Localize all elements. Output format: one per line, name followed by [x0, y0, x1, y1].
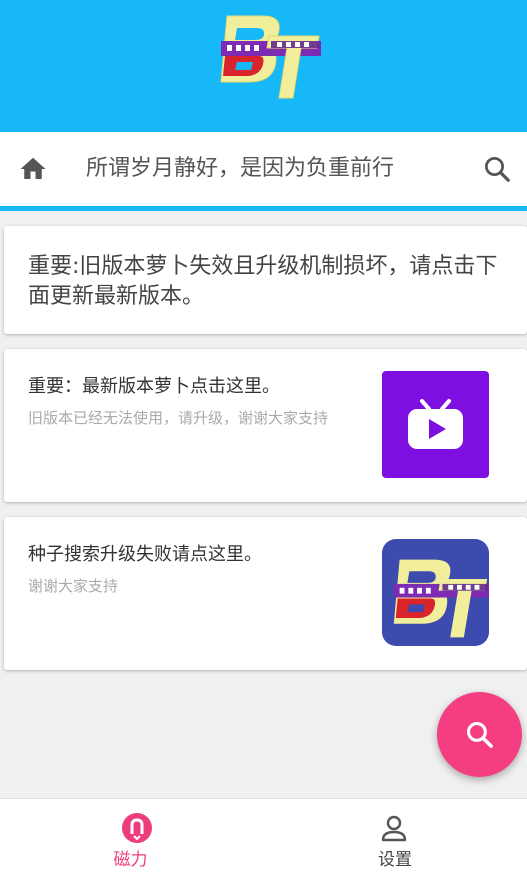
app-header: [0, 0, 527, 132]
bt-logo: [220, 15, 321, 99]
bt-logo-icon: [382, 539, 489, 646]
tv-play-icon: [382, 371, 489, 478]
notice-text: 重要:旧版本萝卜失效且升级机制损坏，请点击下面更新最新版本。: [28, 254, 498, 309]
search-fab-button[interactable]: [437, 692, 522, 777]
nav-item-settings[interactable]: 设置: [264, 799, 527, 878]
nav-item-magnet[interactable]: 磁力: [0, 799, 263, 878]
bottom-navigation: 磁力 设置: [0, 798, 527, 878]
slogan-text[interactable]: 所谓岁月静好，是因为负重前行: [86, 154, 394, 184]
card-subtitle: 旧版本已经无法使用，请升级，谢谢大家支持: [28, 409, 329, 427]
search-icon: [466, 721, 493, 748]
home-icon[interactable]: [17, 154, 49, 184]
nav-label: 磁力: [113, 850, 148, 870]
card-title: 重要：最新版本萝卜点击这里。: [28, 376, 280, 397]
notice-card: 重要:旧版本萝卜失效且升级机制损坏，请点击下面更新最新版本。: [4, 226, 527, 334]
nav-label: 设置: [378, 850, 412, 870]
list-item[interactable]: 种子搜索升级失败请点这里。 谢谢大家支持: [4, 517, 527, 670]
card-title: 种子搜索升级失败请点这里。: [28, 544, 262, 565]
card-subtitle: 谢谢大家支持: [28, 577, 119, 595]
list-item[interactable]: 重要：最新版本萝卜点击这里。 旧版本已经无法使用，请升级，谢谢大家支持: [4, 349, 527, 502]
search-icon[interactable]: [482, 154, 512, 184]
magnet-icon: [122, 813, 152, 843]
person-icon: [381, 815, 407, 842]
